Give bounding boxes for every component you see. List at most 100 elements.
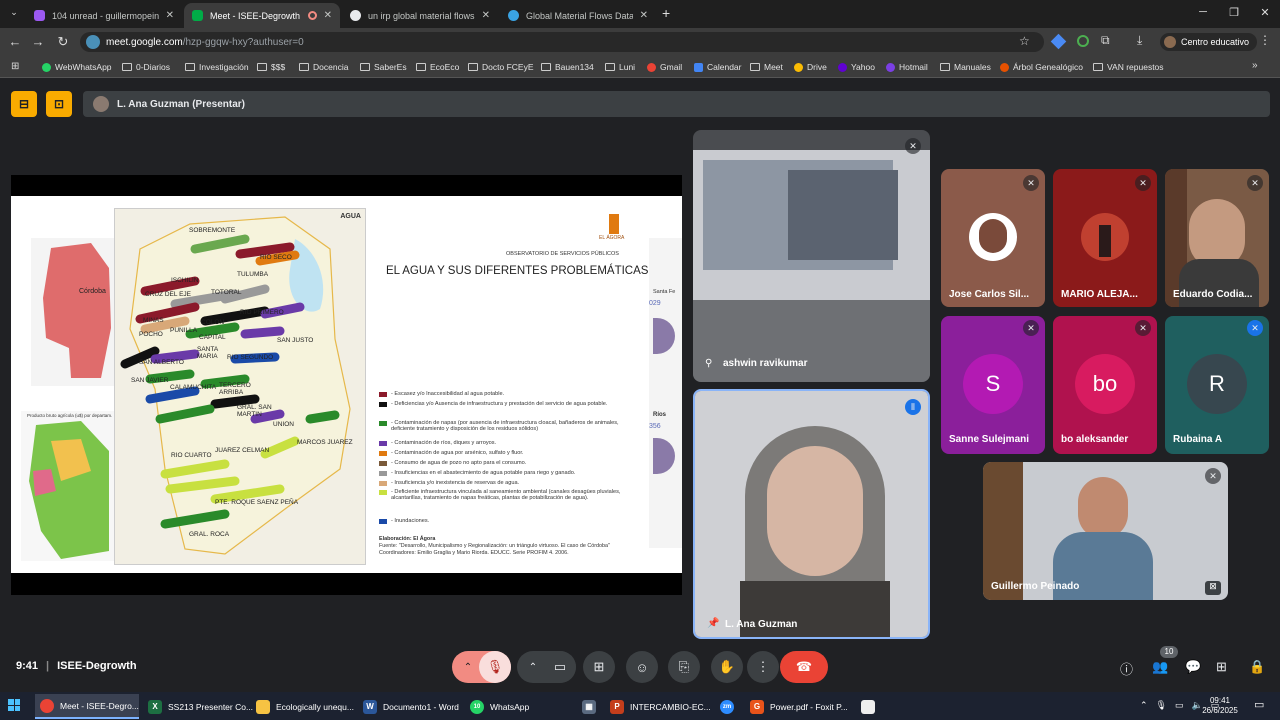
bookmark-folder[interactable]: $$$	[257, 60, 285, 74]
bookmark-folder[interactable]: Manuales	[940, 60, 991, 74]
frame-icon[interactable]: ⊠	[1205, 581, 1221, 595]
notifications-icon[interactable]: ▭	[1254, 698, 1264, 711]
more-options-icon[interactable]: ⋮	[747, 651, 779, 683]
restore-icon[interactable]: ❐	[1219, 6, 1249, 19]
activities-icon[interactable]: ⊞	[1216, 659, 1227, 675]
leave-call-button[interactable]: ☎	[780, 651, 828, 683]
bookmark-folder[interactable]: SaberEs	[360, 60, 407, 74]
legend-swatch	[379, 481, 387, 486]
bookmark-meet[interactable]: Meet	[750, 60, 783, 74]
back-icon[interactable]: ←	[6, 34, 24, 49]
participant-tile-speaking[interactable]: ⦀ L. Ana Guzman 📌	[693, 389, 930, 639]
hide-presentation-icon[interactable]: ⊟	[11, 91, 37, 117]
apps-grid-icon[interactable]: ⊞	[11, 61, 19, 72]
reload-icon[interactable]: ↻	[54, 34, 72, 50]
folder-icon	[416, 63, 426, 71]
legend-item: - Contaminación de agua por arsénico, su…	[379, 450, 629, 456]
site-info-icon[interactable]	[86, 35, 100, 49]
taskbar-folder[interactable]: Ecologically unequ...	[251, 694, 355, 719]
close-tab-icon[interactable]: ✕	[482, 10, 490, 21]
participant-tile[interactable]: ✕ MARIO ALEJA...	[1053, 169, 1157, 307]
bookmark-drive[interactable]: Drive	[794, 60, 827, 74]
layout-icon[interactable]: ⊡	[46, 91, 72, 117]
emoji-icon[interactable]: ☺	[626, 651, 658, 683]
bookmark-hotmail[interactable]: Hotmail	[886, 60, 928, 74]
participant-tile[interactable]: S ✕ Sanne Sulejmani	[941, 316, 1045, 454]
camera-button[interactable]: ▭	[544, 651, 576, 683]
audio-options-icon[interactable]: ⌃	[460, 653, 476, 681]
system-clock[interactable]: 09:41 26/6/2025	[1200, 696, 1240, 716]
video-options-icon[interactable]: ⌃	[525, 653, 541, 681]
folder-icon	[605, 63, 615, 71]
bookmark-folder[interactable]: Bauen134	[541, 60, 594, 74]
legend-item: - Inundaciones.	[379, 518, 629, 524]
taskbar-powerpoint[interactable]: P INTERCAMBIO-EC...	[605, 694, 711, 719]
bookmark-star-icon[interactable]: ☆	[1019, 34, 1030, 48]
captions-icon[interactable]: ⎘	[668, 651, 700, 683]
bookmark-arbol[interactable]: Árbol Genealógico	[1000, 60, 1083, 74]
bookmark-folder[interactable]: Luni	[605, 60, 635, 74]
new-tab-button[interactable]: +	[662, 5, 670, 21]
people-icon[interactable]: 👥	[1152, 659, 1168, 675]
camera-feed	[983, 462, 1023, 600]
minimize-icon[interactable]: ─	[1188, 6, 1218, 18]
camera-feed	[740, 581, 890, 637]
close-tab-icon[interactable]: ✕	[324, 10, 332, 21]
taskbar-zoom[interactable]: zm	[715, 694, 739, 719]
tab-google-search[interactable]: un irp global material flows da✕	[342, 3, 498, 28]
participant-tile[interactable]: R ✕ Rubaina A	[1165, 316, 1269, 454]
powerpoint-icon: P	[610, 699, 624, 714]
taskbar-foxit[interactable]: G Power.pdf - Foxit P...	[745, 694, 849, 719]
tab-gmail[interactable]: 104 unread - guillermopeinadoc✕	[26, 3, 182, 28]
bookmark-folder[interactable]: Docto FCEyE	[468, 60, 534, 74]
taskbar-calculator[interactable]: ▦	[577, 694, 599, 719]
download-icon[interactable]: ⤓	[1137, 33, 1142, 48]
mic-off-icon: ✕	[1247, 175, 1263, 191]
bookmark-webwhatsapp[interactable]: WebWhatsApp	[42, 60, 112, 74]
bookmark-folder[interactable]: VAN repuestos	[1093, 60, 1164, 74]
windows-start-icon[interactable]	[8, 699, 20, 711]
close-tab-icon[interactable]: ✕	[166, 10, 174, 21]
bookmark-folder[interactable]: Docencia	[299, 60, 348, 74]
host-controls-icon[interactable]: 🔒	[1249, 659, 1265, 675]
taskbar-chrome-meet[interactable]: Meet - ISEE-Degro...	[35, 694, 139, 719]
chat-icon[interactable]: 💬	[1185, 659, 1201, 675]
browser-menu-icon[interactable]: ⋮	[1259, 33, 1271, 47]
chevron-up-icon[interactable]: ⌃	[1140, 700, 1148, 711]
bookmark-folder[interactable]: EcoEco	[416, 60, 459, 74]
taskbar-word[interactable]: W Documento1 - Word	[358, 694, 462, 719]
participant-tile[interactable]: ✕ ashwin ravikumar ⚲	[693, 130, 930, 382]
mic-off-button[interactable]: 🎙	[479, 651, 511, 683]
bookmark-calendar[interactable]: Calendar	[694, 60, 742, 74]
extension-grammarly-icon[interactable]	[1077, 35, 1089, 47]
close-tab-icon[interactable]: ✕	[640, 10, 648, 21]
taskbar-excel[interactable]: X SS213 Presenter Co...	[143, 694, 253, 719]
tab-material-flows[interactable]: Global Material Flows Database✕	[500, 3, 656, 28]
bookmark-yahoo[interactable]: Yahoo	[838, 60, 875, 74]
tab-meet[interactable]: Meet - ISEE-Degrowth ✕	[184, 3, 340, 28]
forward-icon[interactable]: →	[29, 34, 47, 49]
taskbar-file[interactable]	[856, 694, 878, 719]
participant-tile[interactable]: ✕ Eduardo Codia...	[1165, 169, 1269, 307]
taskbar-whatsapp[interactable]: 10 WhatsApp	[465, 694, 569, 719]
bookmark-folder[interactable]: 0-Diarios	[122, 60, 170, 74]
legend-swatch	[379, 402, 387, 407]
close-window-icon[interactable]: ✕	[1250, 6, 1280, 19]
more-bookmarks-icon[interactable]: »	[1252, 60, 1258, 71]
participant-tile-self[interactable]: ✕ Guillermo Peinado ⊠	[983, 462, 1228, 600]
extensions-puzzle-icon[interactable]: ⧉	[1101, 33, 1110, 48]
address-bar[interactable]: meet.google.com/hzp-ggqw-hxy?authuser=0	[80, 32, 1044, 52]
avatar	[1099, 225, 1111, 257]
network-icon: ▭	[1174, 700, 1184, 710]
raise-hand-icon[interactable]: ✋	[711, 651, 743, 683]
participant-tile[interactable]: ✕ Jose Carlos Sil...	[941, 169, 1045, 307]
bookmark-folder[interactable]: Investigación	[185, 60, 249, 74]
present-screen-icon[interactable]: ⊞	[583, 651, 615, 683]
legend-swatch	[379, 441, 387, 446]
camera-feed	[693, 300, 930, 382]
tab-search-button[interactable]: ⌄	[6, 7, 22, 21]
participant-tile[interactable]: bo ✕ bo aleksander	[1053, 316, 1157, 454]
bookmark-gmail[interactable]: Gmail	[647, 60, 682, 74]
profile-button[interactable]: Centro educativo	[1160, 33, 1258, 51]
meeting-details-icon[interactable]: ⓘ	[1120, 659, 1133, 678]
